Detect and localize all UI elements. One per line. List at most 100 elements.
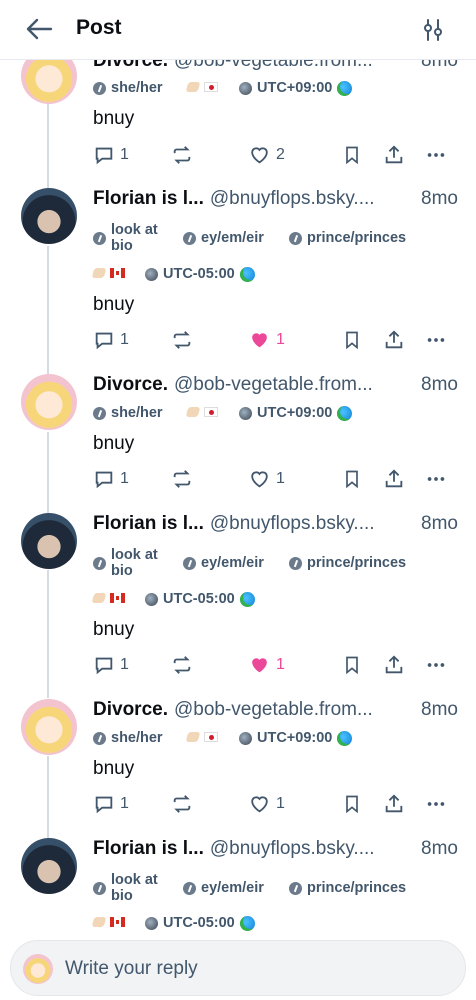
more-icon xyxy=(427,338,445,342)
repost-button[interactable] xyxy=(171,791,193,817)
display-name[interactable]: Divorce. xyxy=(93,374,168,395)
repost-icon xyxy=(173,470,191,488)
timezone-label[interactable]: UTC+09:00 xyxy=(239,80,353,96)
reply-placeholder[interactable]: Write your reply xyxy=(65,958,198,980)
pronoun-label-2[interactable]: prince/princes xyxy=(289,230,406,246)
post-author-row[interactable]: Florian is l... @bnuyflops.bsky.... 8mo xyxy=(93,188,458,214)
pronoun-label[interactable]: she/her xyxy=(93,80,163,96)
post-time[interactable]: 8mo xyxy=(417,838,458,860)
post-actions: 1 1 xyxy=(93,791,459,817)
bookmark-icon xyxy=(346,146,358,165)
timezone-label[interactable]: UTC-05:00 xyxy=(145,915,255,931)
post-time[interactable]: 8mo xyxy=(417,188,458,210)
bookmark-button[interactable] xyxy=(342,652,362,678)
avatar[interactable] xyxy=(21,699,77,755)
like-button[interactable]: 1 xyxy=(248,466,285,492)
display-name[interactable]: Florian is l... xyxy=(93,513,204,534)
share-button[interactable] xyxy=(383,466,405,492)
repost-button[interactable] xyxy=(171,466,193,492)
timezone-label[interactable]: UTC+09:00 xyxy=(239,730,353,746)
pronoun-label[interactable]: she/her xyxy=(93,405,163,421)
more-button[interactable] xyxy=(425,142,447,168)
post-author-row[interactable]: Florian is l... @bnuyflops.bsky.... 8mo xyxy=(93,513,458,539)
share-button[interactable] xyxy=(383,142,405,168)
bio-label[interactable]: look at bio xyxy=(93,547,163,579)
like-button[interactable]: 1 xyxy=(248,327,285,353)
like-button[interactable]: 2 xyxy=(248,142,285,168)
handle[interactable]: @bnuyflops.bsky.... xyxy=(210,188,375,209)
bio-label[interactable]: look at bio xyxy=(93,872,163,904)
share-icon xyxy=(385,330,403,349)
share-button[interactable] xyxy=(383,327,405,353)
post-author-row[interactable]: Divorce. @bob-vegetable.from... 8mo xyxy=(93,699,458,725)
timezone-label[interactable]: UTC+09:00 xyxy=(239,405,353,421)
more-button[interactable] xyxy=(425,652,447,678)
handle[interactable]: @bnuyflops.bsky.... xyxy=(210,838,375,859)
display-name[interactable]: Florian is l... xyxy=(93,838,204,859)
back-button[interactable] xyxy=(22,14,56,44)
post-time[interactable]: 8mo xyxy=(417,513,458,535)
share-icon xyxy=(385,469,403,488)
like-button[interactable]: 1 xyxy=(248,791,285,817)
timezone-label[interactable]: UTC-05:00 xyxy=(145,266,255,282)
share-button[interactable] xyxy=(383,791,405,817)
hand-emoji-icon xyxy=(185,407,201,417)
flag-label[interactable] xyxy=(185,732,218,742)
more-button[interactable] xyxy=(425,466,447,492)
reply-button[interactable]: 1 xyxy=(93,791,129,817)
profile-labels: look at bio ey/em/eir prince/princes xyxy=(93,870,458,910)
thread-line xyxy=(47,100,49,190)
reply-composer[interactable]: Write your reply xyxy=(10,940,466,996)
handle[interactable]: @bob-vegetable.from... xyxy=(174,699,373,720)
reply-button[interactable]: 1 xyxy=(93,327,129,353)
bookmark-button[interactable] xyxy=(342,327,362,353)
canada-flag-icon xyxy=(110,593,125,603)
pronoun-label[interactable]: she/her xyxy=(93,730,163,746)
flag-label[interactable] xyxy=(91,917,125,927)
more-button[interactable] xyxy=(425,791,447,817)
pronoun-label[interactable]: ey/em/eir xyxy=(183,230,264,246)
avatar[interactable] xyxy=(21,513,77,569)
post-text: bnuy xyxy=(93,758,135,779)
handle[interactable]: @bnuyflops.bsky.... xyxy=(210,513,375,534)
post-author-row[interactable]: Florian is l... @bnuyflops.bsky.... 8mo xyxy=(93,838,458,864)
reply-count: 1 xyxy=(120,470,129,487)
timezone-label[interactable]: UTC-05:00 xyxy=(145,591,255,607)
flag-label[interactable] xyxy=(185,82,218,92)
pronoun-label[interactable]: ey/em/eir xyxy=(183,880,264,896)
reply-button[interactable]: 1 xyxy=(93,466,129,492)
canada-flag-icon xyxy=(110,917,125,927)
bookmark-button[interactable] xyxy=(342,142,362,168)
repost-button[interactable] xyxy=(171,142,193,168)
repost-button[interactable] xyxy=(171,327,193,353)
bookmark-button[interactable] xyxy=(342,791,362,817)
reply-button[interactable]: 1 xyxy=(93,652,129,678)
avatar[interactable] xyxy=(21,838,77,894)
flag-label[interactable] xyxy=(185,407,218,417)
pronoun-label[interactable]: ey/em/eir xyxy=(183,555,264,571)
avatar[interactable] xyxy=(21,374,77,430)
more-button[interactable] xyxy=(425,327,447,353)
display-name[interactable]: Florian is l... xyxy=(93,188,204,209)
reply-button[interactable]: 1 xyxy=(93,142,129,168)
flag-label[interactable] xyxy=(91,593,125,603)
post-time[interactable]: 8mo xyxy=(417,374,458,396)
handle[interactable]: @bob-vegetable.from... xyxy=(174,374,373,395)
pronoun-label-2[interactable]: prince/princes xyxy=(289,880,406,896)
thread-feed: Divorce. @bob-vegetable.from... 8mo she/h… xyxy=(0,0,476,1000)
bookmark-button[interactable] xyxy=(342,466,362,492)
profile-labels-row-2: UTC-05:00 xyxy=(91,266,458,288)
repost-button[interactable] xyxy=(171,652,193,678)
share-button[interactable] xyxy=(383,652,405,678)
bio-label[interactable]: look at bio xyxy=(93,222,163,254)
like-button[interactable]: 1 xyxy=(248,652,285,678)
pronoun-label-2[interactable]: prince/princes xyxy=(289,555,406,571)
post-time[interactable]: 8mo xyxy=(417,699,458,721)
flag-label[interactable] xyxy=(91,268,125,278)
post-author-row[interactable]: Divorce. @bob-vegetable.from... 8mo xyxy=(93,374,458,400)
share-icon xyxy=(385,794,403,813)
heart-icon xyxy=(251,471,268,488)
thread-settings-button[interactable] xyxy=(418,15,448,45)
avatar[interactable] xyxy=(21,188,77,244)
display-name[interactable]: Divorce. xyxy=(93,699,168,720)
